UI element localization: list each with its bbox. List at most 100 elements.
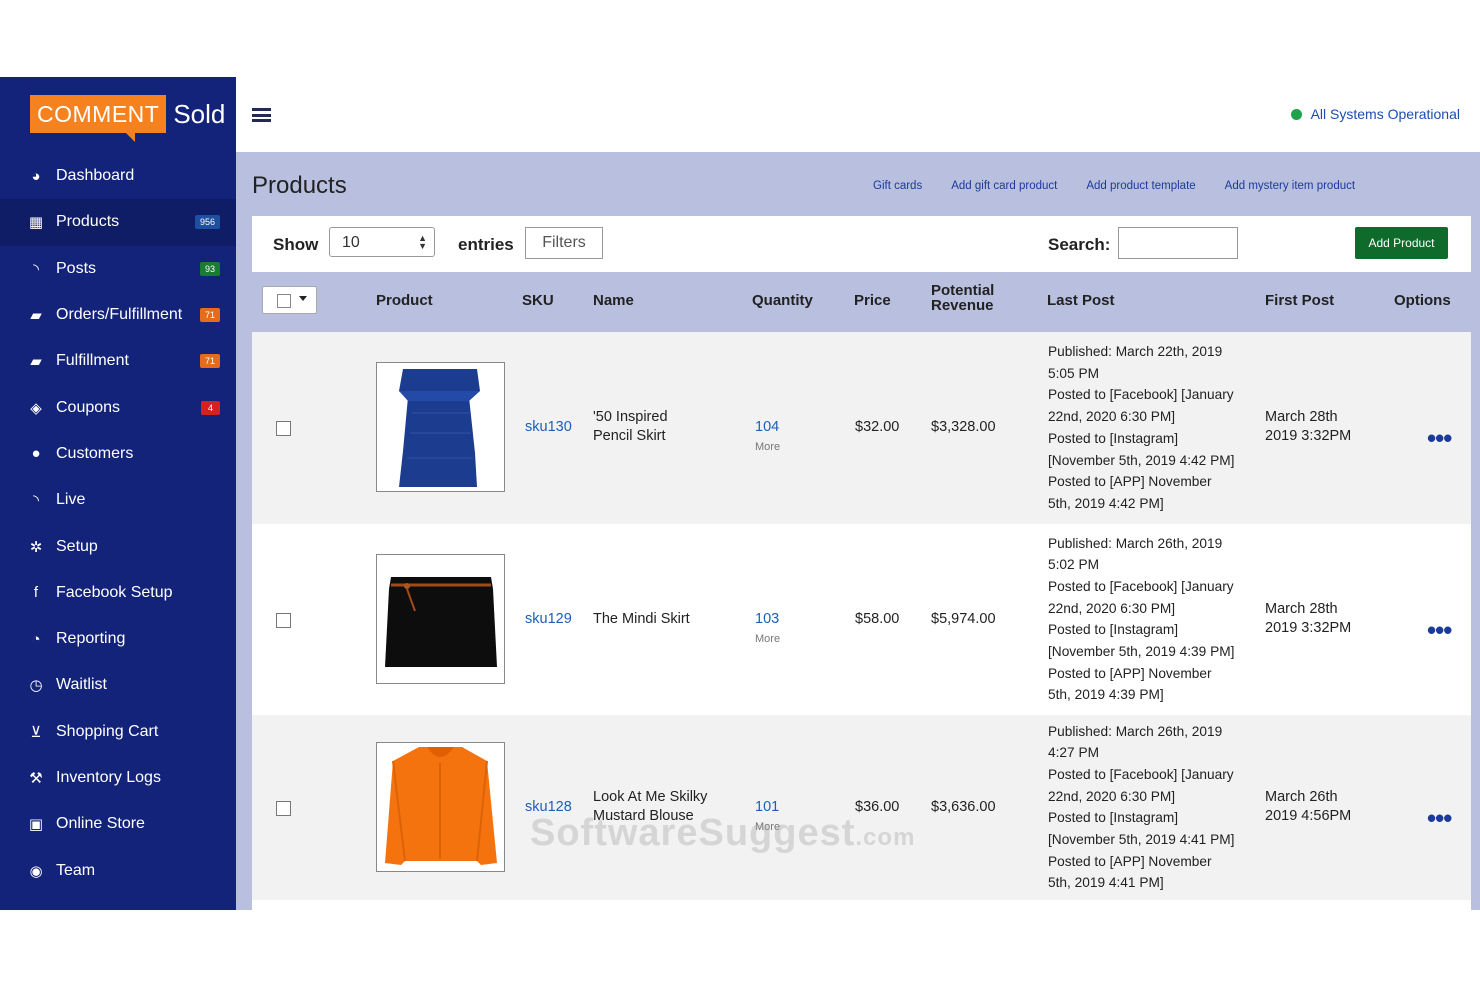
truck-icon: ▰	[30, 353, 42, 371]
sidebar-item-team[interactable]: ◉ Team	[0, 847, 236, 893]
sidebar-item-orders-fulfillment[interactable]: ▰ Orders/Fulfillment 71	[0, 292, 236, 338]
more-link[interactable]: More	[755, 633, 780, 645]
sidebar-item-customers[interactable]: ● Customers	[0, 431, 236, 477]
revenue-cell: $3,328.00	[931, 419, 996, 435]
table-toolbar: Show 10 ▲ ▼ entries Filters Search: Add P…	[252, 216, 1471, 272]
search-input[interactable]	[1118, 227, 1238, 259]
header-options: Options	[1394, 292, 1451, 309]
sidebar-item-shopping-cart[interactable]: ⊻ Shopping Cart	[0, 709, 236, 755]
system-status[interactable]: All Systems Operational	[1290, 106, 1460, 122]
row-checkbox[interactable]	[276, 421, 291, 436]
first-post-cell: March 26th 2019 4:56PM	[1265, 788, 1351, 826]
brand-logo[interactable]: COMMENT Sold	[30, 95, 226, 142]
quantity-cell[interactable]: 101 More	[755, 798, 780, 836]
logo-box: COMMENT	[30, 95, 167, 142]
sidebar-item-coupons[interactable]: ◈ Coupons 4	[0, 384, 236, 430]
logo-text: Sold	[173, 98, 226, 129]
sidebar-item-setup[interactable]: ✲ Setup	[0, 523, 236, 569]
last-post-line: 22nd, 2020 6:30 PM]	[1048, 788, 1176, 804]
sidebar-item-live[interactable]: ◝ Live	[0, 477, 236, 523]
quantity-cell[interactable]: 104 More	[755, 418, 780, 456]
first-post-date: March 26th	[1265, 788, 1338, 805]
quantity-link[interactable]: 101	[755, 799, 779, 815]
filters-button[interactable]: Filters	[525, 227, 603, 259]
row-checkbox[interactable]	[276, 800, 291, 816]
entries-label: entries	[458, 235, 514, 254]
add-mystery-item-product-link[interactable]: Add mystery item product	[1225, 180, 1355, 192]
sidebar-item-reporting[interactable]: ◔ Reporting	[0, 616, 236, 662]
price-cell: $32.00	[855, 419, 900, 435]
last-post-cell: Published: March 22th, 2019 5:05 PM Posted…	[1048, 341, 1263, 515]
sidebar-item-fulfillment[interactable]: ▰ Fulfillment 71	[0, 338, 236, 384]
select-all-checkbox[interactable]	[277, 294, 291, 308]
header-quantity[interactable]: Quantity	[752, 292, 813, 309]
sidebar-item-label: Team	[56, 861, 96, 879]
add-product-template-link[interactable]: Add product template	[1086, 180, 1195, 192]
sidebar-item-inventory-logs[interactable]: ⚒ Inventory Logs	[0, 755, 236, 801]
header-last-post[interactable]: Last Post	[1047, 292, 1115, 309]
header-price[interactable]: Price	[854, 292, 891, 309]
sidebar-item-posts[interactable]: ◝ Posts 93	[0, 246, 236, 292]
first-post-time: 2019 4:56PM	[1265, 807, 1352, 824]
sidebar-item-waitlist[interactable]: ◷ Waitlist	[0, 662, 236, 708]
more-link[interactable]: More	[755, 441, 780, 453]
select-arrows-icon: ▲ ▼	[418, 233, 427, 251]
product-image[interactable]	[376, 553, 505, 684]
truck-icon: ▰	[30, 307, 42, 325]
header-first-post[interactable]: First Post	[1265, 292, 1334, 309]
add-product-button[interactable]: Add Product	[1355, 227, 1448, 259]
revenue-cell: $5,974.00	[931, 610, 996, 627]
more-link[interactable]: More	[755, 821, 780, 833]
table-row[interactable]: sku129 The Mindi Skirt 103 More $58.00 $5,974…	[252, 524, 1471, 715]
last-post-line: Posted to [Instagram]	[1048, 622, 1179, 638]
sidebar-item-label: Dashboard	[56, 167, 135, 185]
sidebar-nav: ◕ Dashboard ▦ Products 956 ◝ Posts 93 ▰ Orders/Fu…	[0, 153, 236, 894]
last-post-line: Posted to [Instagram]	[1048, 810, 1179, 826]
quantity-link[interactable]: 103	[755, 611, 779, 627]
sku-link[interactable]: sku128	[525, 798, 572, 817]
quantity-link[interactable]: 104	[755, 419, 779, 435]
sidebar-item-label: Coupons	[56, 398, 121, 416]
sidebar-item-facebook-setup[interactable]: f Facebook Setup	[0, 570, 236, 616]
options-ellipsis-icon[interactable]: •••	[1427, 617, 1452, 643]
header-product[interactable]: Product	[376, 292, 433, 309]
show-label: Show	[273, 235, 319, 254]
hamburger-menu-icon[interactable]	[252, 108, 271, 122]
gift-cards-link[interactable]: Gift cards	[873, 180, 922, 192]
sidebar-item-label: Shopping Cart	[56, 722, 159, 740]
sku-link[interactable]: sku129	[525, 610, 572, 629]
last-post-line: 5th, 2019 4:39 PM]	[1048, 687, 1164, 703]
sidebar-item-products[interactable]: ▦ Products 956	[0, 199, 236, 246]
header-potential-revenue[interactable]: Potential Revenue	[931, 283, 994, 313]
sidebar-item-label: Products	[56, 213, 120, 231]
table-row[interactable]: sku128 Look At Me Skilky Mustard Blouse 101…	[252, 715, 1471, 900]
table-header: Product SKU Name Quantity Price Potentia…	[252, 272, 1471, 332]
options-ellipsis-icon[interactable]: •••	[1427, 425, 1452, 451]
product-image[interactable]	[376, 741, 505, 872]
product-name: '50 Inspired Pencil Skirt	[593, 408, 668, 446]
price-cell: $36.00	[855, 798, 900, 815]
last-post-line: Posted to [Instagram]	[1048, 430, 1179, 446]
last-post-line: 5:02 PM	[1048, 557, 1099, 573]
options-ellipsis-icon[interactable]: •••	[1427, 805, 1452, 831]
sidebar-item-online-store[interactable]: ▣ Online Store	[0, 801, 236, 847]
sidebar-item-dashboard[interactable]: ◕ Dashboard	[0, 153, 236, 199]
last-post-line: [November 5th, 2019 4:42 PM]	[1048, 452, 1235, 468]
bulk-select-dropdown[interactable]	[262, 286, 317, 314]
add-gift-card-product-link[interactable]: Add gift card product	[951, 180, 1057, 192]
header-name[interactable]: Name	[593, 292, 634, 309]
table-row[interactable]: sku130 '50 Inspired Pencil Skirt 104 More $32…	[252, 332, 1471, 524]
product-image[interactable]	[376, 362, 505, 492]
sku-link[interactable]: sku130	[525, 418, 572, 437]
sidebar-item-label: Live	[56, 491, 86, 509]
dashboard-icon: ◕	[31, 167, 41, 185]
app-shell: COMMENT Sold ◕ Dashboard ▦ Products 956 ◝ Post…	[0, 77, 1480, 910]
header-links: Gift cards Add gift card product Add pro…	[873, 180, 1355, 192]
quantity-cell[interactable]: 103 More	[755, 610, 780, 648]
rss-icon: ◝	[33, 492, 39, 510]
entries-select[interactable]: 10 ▲ ▼	[329, 227, 435, 257]
header-sku[interactable]: SKU	[522, 292, 554, 309]
row-checkbox[interactable]	[276, 612, 291, 628]
sidebar-item-label: Online Store	[56, 815, 145, 833]
user-circle-icon: ◉	[29, 862, 43, 880]
